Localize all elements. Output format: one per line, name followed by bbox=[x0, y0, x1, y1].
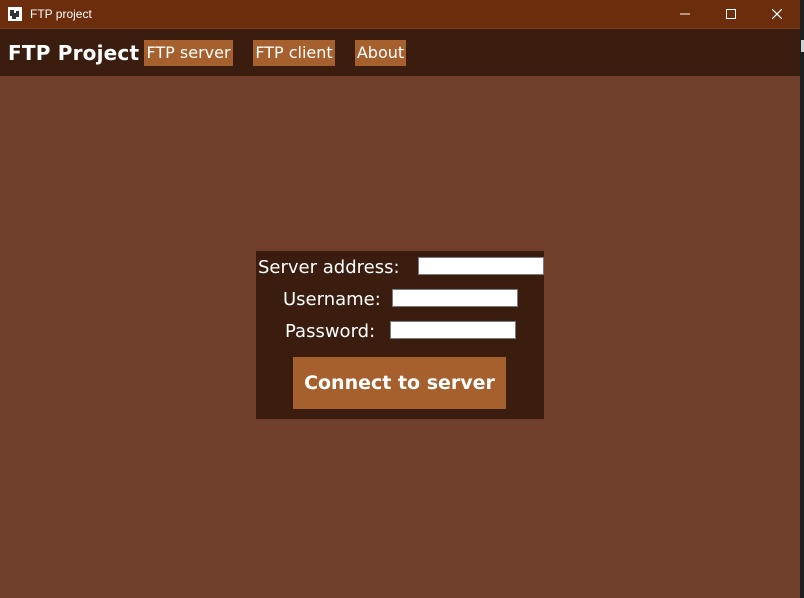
minimize-button[interactable] bbox=[662, 0, 708, 28]
close-icon bbox=[772, 9, 782, 19]
window-title: FTP project bbox=[30, 7, 92, 21]
username-input[interactable] bbox=[392, 289, 518, 307]
nav-ftp-client-button[interactable]: FTP client bbox=[253, 40, 335, 66]
password-input[interactable] bbox=[390, 321, 516, 339]
app-icon bbox=[8, 7, 22, 21]
username-label: Username: bbox=[283, 289, 381, 310]
server-address-input[interactable] bbox=[418, 257, 544, 275]
navigation-bar: FTP Project FTP server FTP client About bbox=[0, 29, 800, 76]
server-address-label: Server address: bbox=[258, 257, 400, 278]
connect-to-server-button[interactable]: Connect to server bbox=[293, 357, 506, 409]
password-label: Password: bbox=[285, 321, 376, 342]
app-window: FTP project FTP Project FTP server FTP c… bbox=[0, 0, 800, 598]
maximize-button[interactable] bbox=[708, 0, 754, 28]
maximize-icon bbox=[726, 9, 736, 19]
connect-form: Server address: Username: Password: Conn… bbox=[256, 251, 544, 419]
nav-ftp-server-button[interactable]: FTP server bbox=[144, 40, 233, 66]
minimize-icon bbox=[680, 13, 690, 15]
close-button[interactable] bbox=[754, 0, 800, 28]
background-window-edge bbox=[800, 0, 804, 598]
nav-about-button[interactable]: About bbox=[355, 40, 406, 66]
brand-title: FTP Project bbox=[8, 41, 140, 65]
title-bar[interactable]: FTP project bbox=[0, 0, 800, 28]
